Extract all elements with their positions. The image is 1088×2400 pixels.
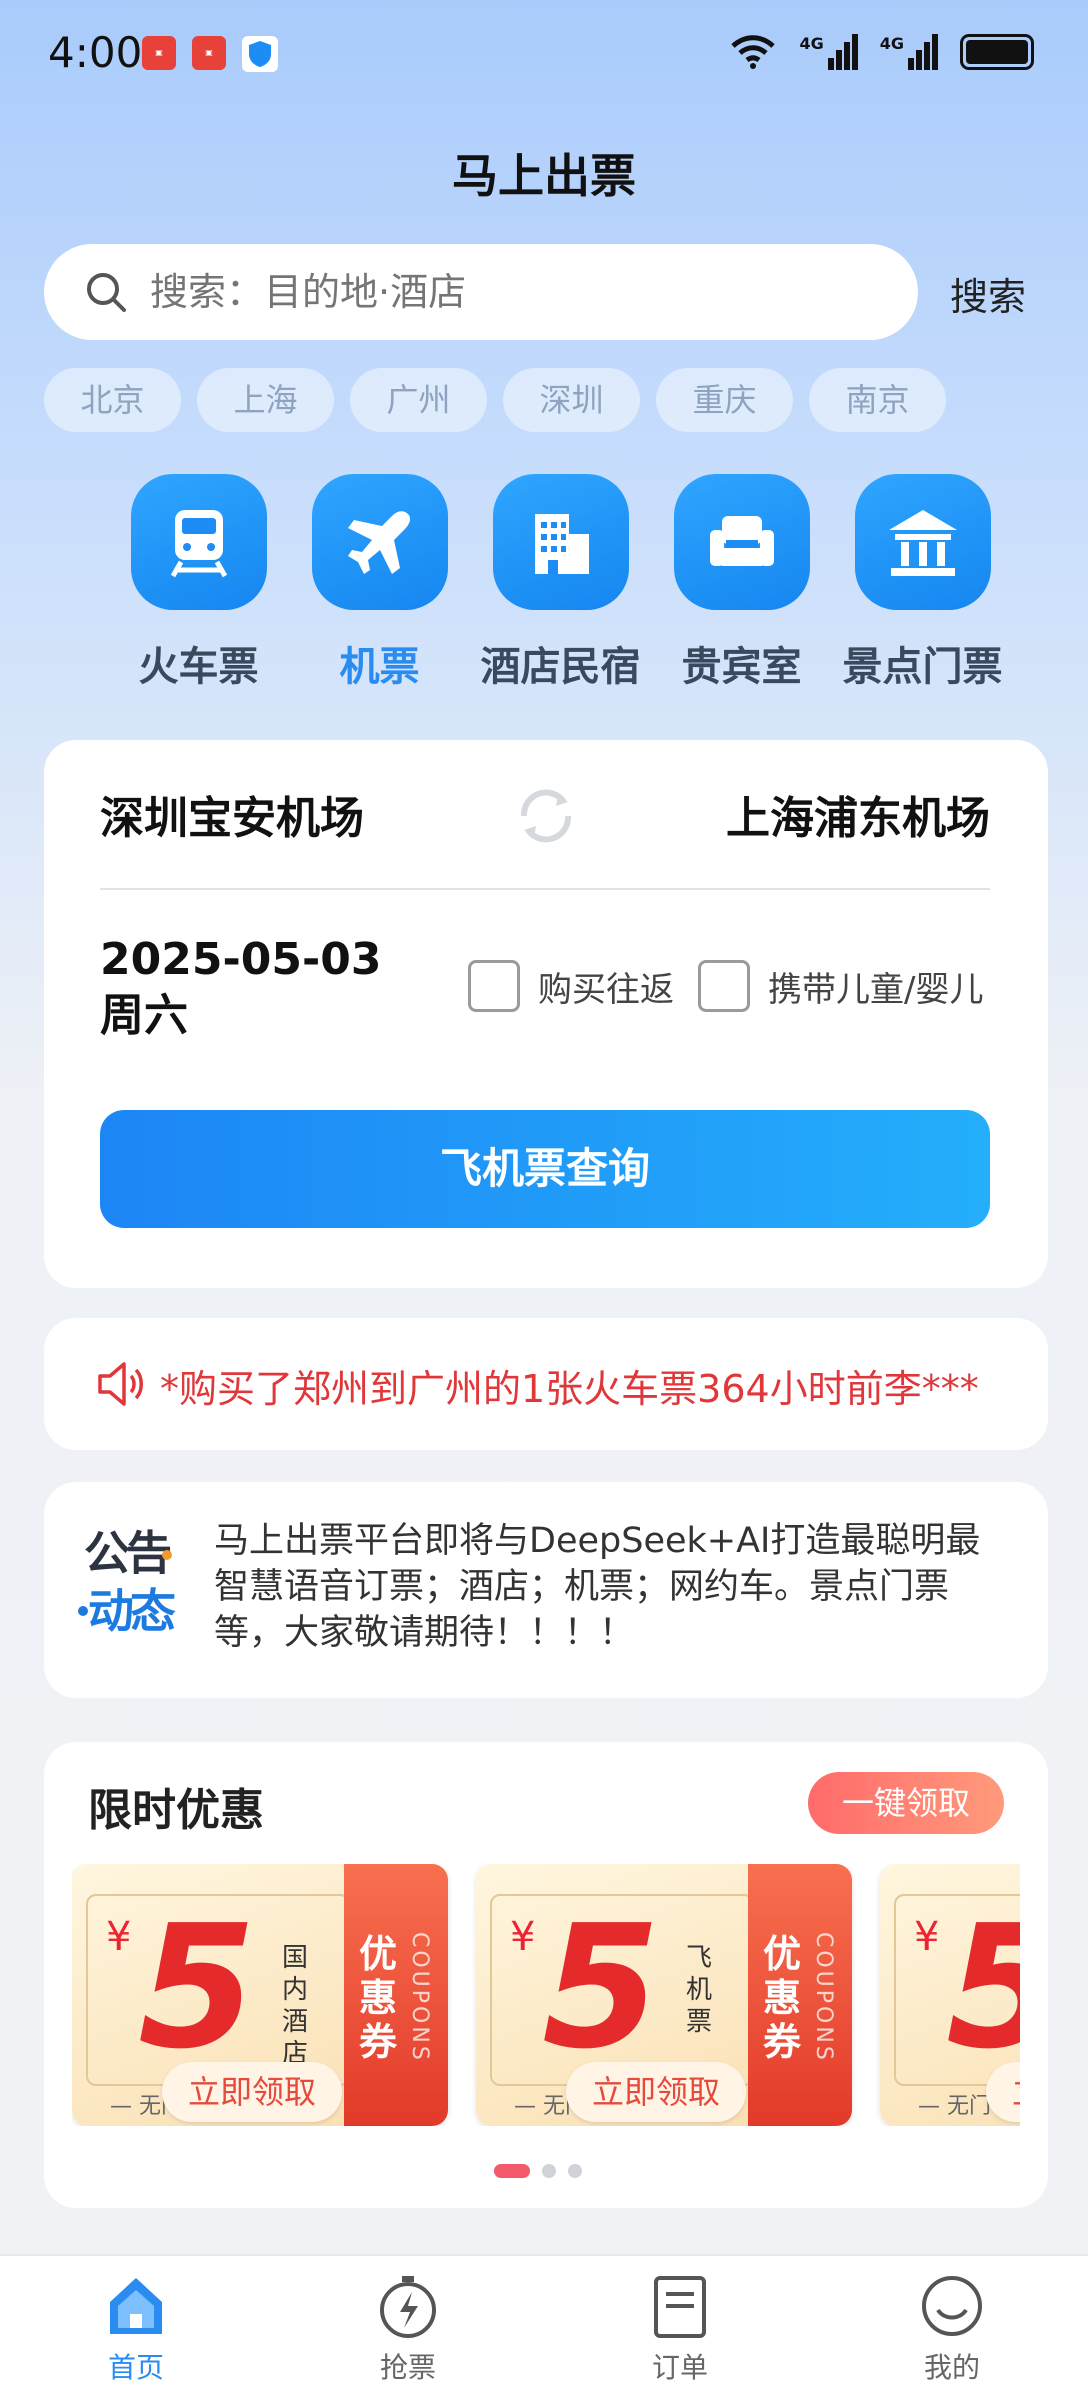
plane-icon <box>311 474 448 610</box>
coupon-type: 国内酒店 <box>281 1943 308 2069</box>
battery-icon <box>960 34 1034 70</box>
coupon-badge: 优惠券 <box>358 1932 397 2064</box>
carousel-dot[interactable] <box>494 2164 530 2178</box>
shield-icon <box>242 36 278 72</box>
huawei-app-icon: ▣ <box>192 36 226 70</box>
category-lounge[interactable]: 贵宾室 <box>651 474 832 692</box>
carousel-indicator <box>494 2164 582 2178</box>
round-trip-checkbox[interactable] <box>468 960 520 1012</box>
network-type: 4G <box>879 34 904 53</box>
speaker-icon <box>94 1358 146 1414</box>
train-icon <box>130 474 267 610</box>
order-icon <box>654 2276 706 2338</box>
city-chip[interactable]: 北京 <box>44 368 181 432</box>
tab-label: 订单 <box>651 2351 708 2384</box>
logo-line-2: 动态 <box>88 1584 176 1638</box>
city-chip[interactable]: 上海 <box>197 368 334 432</box>
arrival-airport[interactable]: 上海浦东机场 <box>726 782 990 846</box>
category-label: 酒店民宿 <box>480 644 641 690</box>
coupon-carousel[interactable]: ¥ 5 国内酒店 — 无门 优惠券 COUPONS 立即领取 ¥ 5 飞机票 —… <box>72 1864 1020 2126</box>
claim-coupon-button[interactable]: 立即领取 <box>566 2062 746 2122</box>
category-attraction[interactable]: 景点门票 <box>832 474 1013 692</box>
coupon-badge-en: COUPONS <box>407 1932 432 2063</box>
wifi-icon <box>731 35 776 69</box>
tab-label: 我的 <box>923 2351 980 2384</box>
page-title: 马上出票 <box>452 149 636 203</box>
tab-home[interactable]: 首页 <box>0 2256 272 2400</box>
tab-orders[interactable]: 订单 <box>544 2256 816 2400</box>
search-bar[interactable] <box>44 244 918 340</box>
huawei-app-icon: ▣ <box>142 36 176 70</box>
city-chip[interactable]: 深圳 <box>503 368 640 432</box>
search-button[interactable]: 搜索 <box>950 266 1026 321</box>
swap-icon[interactable] <box>510 780 582 852</box>
child-label[interactable]: 携带儿童/婴儿 <box>768 962 983 1011</box>
network-type: 4G <box>799 34 824 53</box>
category-flight[interactable]: 机票 <box>289 474 470 692</box>
category-label: 火车票 <box>138 644 259 690</box>
logo-line-1: 公告 <box>84 1526 172 1580</box>
category-label: 机票 <box>339 644 420 690</box>
hotel-icon <box>492 474 629 610</box>
status-indicators: 4G 4G <box>729 34 1034 70</box>
coupon-type: 飞机票 <box>685 1943 712 2037</box>
claim-all-button[interactable]: 一键领取 <box>808 1772 1004 1834</box>
city-chip[interactable]: 广州 <box>350 368 487 432</box>
coupon-amount: 5 <box>542 1889 661 2087</box>
coupon-currency: ¥ <box>914 1914 940 1960</box>
search-icon <box>87 273 126 312</box>
round-trip-label[interactable]: 购买往返 <box>538 962 674 1011</box>
profile-icon <box>922 2276 982 2336</box>
claim-coupon-button[interactable]: 立即领取 <box>162 2062 342 2122</box>
temple-icon <box>854 474 991 610</box>
sofa-icon <box>673 474 810 610</box>
city-chip[interactable]: 南京 <box>809 368 946 432</box>
announcement-logo: 公告 动态 <box>78 1524 176 1654</box>
signal-icon: 4G <box>880 34 938 70</box>
category-hotel[interactable]: 酒店民宿 <box>470 474 651 692</box>
coupon-card[interactable]: ¥ 5 — 无门 立即领取 <box>880 1864 1020 2126</box>
signal-icon: 4G <box>799 34 858 70</box>
category-train[interactable]: 火车票 <box>108 474 289 692</box>
promo-title: 限时优惠 <box>88 1785 264 1836</box>
ticker-text: *购买了郑州到广州的1张火车票364小时前李*** <box>160 1367 979 1411</box>
category-grid: 火车票 机票 酒店民宿 贵宾室 景点门票 <box>108 474 1013 692</box>
coupon-currency: ¥ <box>510 1914 536 1960</box>
tab-label: 首页 <box>107 2351 164 2384</box>
search-input[interactable] <box>150 270 870 314</box>
tab-label: 抢票 <box>379 2351 436 2384</box>
coupon-badge: 优惠券 <box>762 1932 801 2064</box>
city-chip[interactable]: 重庆 <box>656 368 793 432</box>
hot-cities: 北京 上海 广州 深圳 重庆 南京 <box>44 368 946 432</box>
coupon-amount: 5 <box>946 1898 1020 2078</box>
bottom-nav: 首页 抢票 订单 我的 <box>0 2254 1088 2400</box>
divider <box>100 888 990 890</box>
coupon-badge-en: COUPONS <box>811 1932 836 2063</box>
category-label: 景点门票 <box>842 644 1003 690</box>
category-label: 贵宾室 <box>681 644 802 690</box>
carousel-dot[interactable] <box>568 2164 582 2178</box>
departure-date[interactable]: 2025-05-03 周六 <box>100 932 440 1044</box>
tab-grab-ticket[interactable]: 抢票 <box>272 2256 544 2400</box>
status-time: 4:00 <box>48 28 143 77</box>
coupon-amount: 5 <box>138 1889 257 2087</box>
coupon-card[interactable]: ¥ 5 飞机票 — 无门 优惠券 COUPONS 立即领取 <box>476 1864 852 2126</box>
coupon-currency: ¥ <box>106 1914 132 1960</box>
stopwatch-icon <box>380 2276 436 2338</box>
home-icon <box>110 2278 162 2334</box>
carousel-dot[interactable] <box>542 2164 556 2178</box>
departure-airport[interactable]: 深圳宝安机场 <box>100 782 364 846</box>
coupon-card[interactable]: ¥ 5 国内酒店 — 无门 优惠券 COUPONS 立即领取 <box>72 1864 448 2126</box>
tab-profile[interactable]: 我的 <box>816 2256 1088 2400</box>
coupon-note: — 无门 <box>918 2094 991 2119</box>
flight-query-button[interactable]: 飞机票查询 <box>100 1110 990 1228</box>
announcement-text: 马上出票平台即将与DeepSeek+AI打造最聪明最智慧语音订票；酒店；机票；网… <box>214 1521 981 1653</box>
child-checkbox[interactable] <box>698 960 750 1012</box>
